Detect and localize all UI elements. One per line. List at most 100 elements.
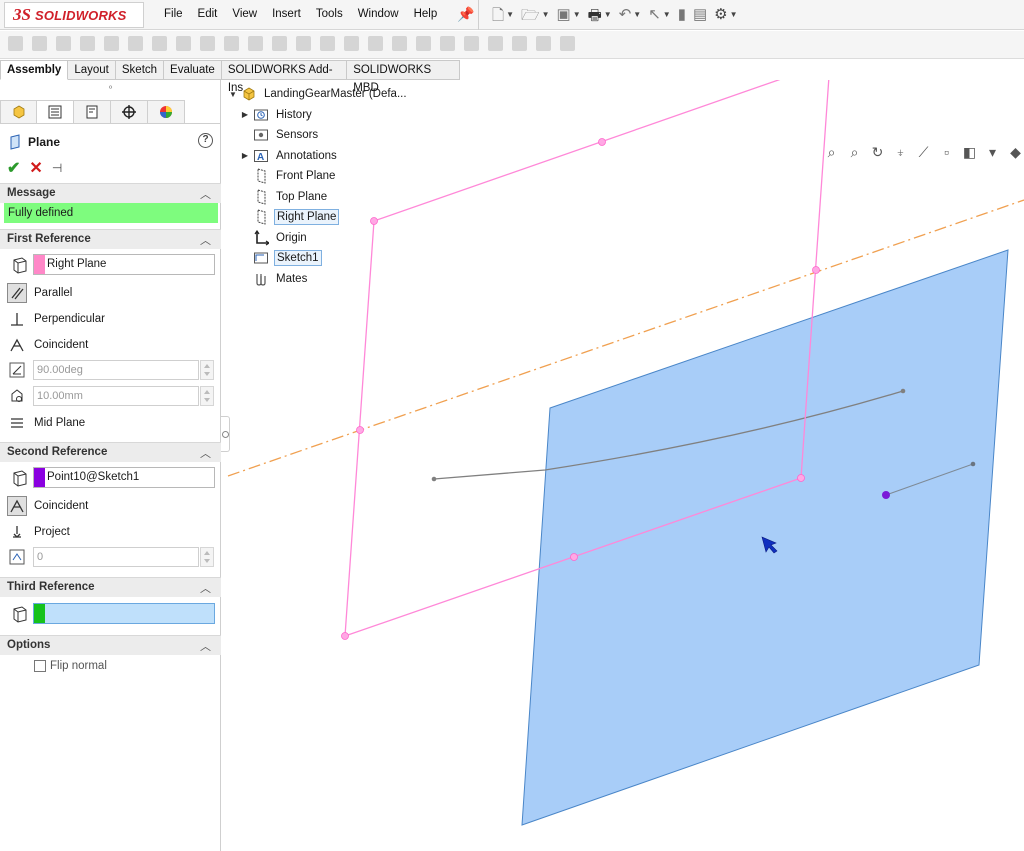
second-reference-section-header[interactable]: Second Reference ︿	[0, 442, 221, 462]
plane-handle[interactable]	[356, 426, 364, 434]
plane-handle[interactable]	[797, 474, 805, 482]
angle-value[interactable]	[34, 361, 184, 379]
mass-properties-icon[interactable]	[488, 36, 503, 51]
print-icon[interactable]: 🖶	[588, 5, 602, 30]
edit-appearance-icon[interactable]: ◆	[1007, 144, 1024, 161]
new-dropdown-icon[interactable]: ▼	[506, 10, 514, 30]
project-option[interactable]: Project	[7, 521, 70, 543]
perpendicular-option[interactable]: Perpendicular	[7, 308, 105, 330]
coincident-option-2[interactable]: Coincident	[7, 495, 88, 517]
tab-layout[interactable]: Layout	[68, 60, 116, 80]
keep-visible-pushpin-icon[interactable]: ⊣	[52, 161, 62, 175]
dynamic-annotation-icon[interactable]: ⟋	[915, 144, 932, 161]
tab-evaluate[interactable]: Evaluate	[164, 60, 222, 80]
tree-item-annotations[interactable]: ▶ A Annotations	[226, 146, 426, 167]
instances-value[interactable]	[34, 548, 184, 566]
menu-window[interactable]: Window	[358, 8, 399, 20]
collapse-caret-icon[interactable]: ︿	[200, 638, 211, 654]
third-reference-field[interactable]	[33, 603, 215, 624]
menu-tools[interactable]: Tools	[316, 8, 343, 20]
tab-property-manager[interactable]	[37, 100, 74, 124]
ok-checkmark-icon[interactable]: ✔	[7, 158, 20, 178]
tree-item-right-plane[interactable]: Right Plane	[226, 207, 426, 228]
undo-dropdown-icon[interactable]: ▼	[633, 10, 641, 30]
parallel-option[interactable]: Parallel	[7, 282, 72, 304]
menu-insert[interactable]: Insert	[272, 8, 301, 20]
tree-item-top-plane[interactable]: Top Plane	[226, 187, 426, 208]
open-dropdown-icon[interactable]: ▼	[542, 10, 550, 30]
tab-dimxpert[interactable]	[111, 100, 148, 124]
tree-root[interactable]: ▼ LandingGearMaster (Defa...	[226, 84, 426, 105]
instant3d-icon[interactable]	[296, 36, 311, 51]
message-section-header[interactable]: Message ︿	[0, 183, 221, 203]
tab-add-ins[interactable]: SOLIDWORKS Add-Ins	[221, 60, 348, 94]
linear-pattern-icon[interactable]	[56, 36, 71, 51]
previous-view-icon[interactable]: ↻	[869, 144, 886, 161]
new-motion-study-icon[interactable]	[200, 36, 215, 51]
mid-plane-option[interactable]: Mid Plane	[7, 412, 85, 434]
instances-option[interactable]	[7, 546, 27, 568]
performance-eval-icon[interactable]	[560, 36, 575, 51]
coincident-option[interactable]: Coincident	[7, 334, 88, 356]
move-component-icon[interactable]	[104, 36, 119, 51]
section-properties-icon[interactable]	[512, 36, 527, 51]
angle-option[interactable]	[7, 359, 27, 381]
pin-menu-icon[interactable]: 📌	[457, 6, 474, 23]
hole-alignment-icon[interactable]	[440, 36, 455, 51]
save-dropdown-icon[interactable]: ▼	[573, 10, 581, 30]
zoom-to-area-icon[interactable]: ⌕	[846, 144, 863, 161]
tree-item-sketch1[interactable]: Sketch1	[226, 248, 426, 269]
options-gear-icon[interactable]: ⚙	[714, 5, 727, 30]
tab-display-manager[interactable]	[148, 100, 185, 124]
tree-item-sensors[interactable]: Sensors	[226, 125, 426, 146]
file-properties-icon[interactable]: ▤	[693, 5, 707, 30]
expand-arrow-icon[interactable]: ▶	[238, 110, 252, 119]
reference-geometry-icon[interactable]	[176, 36, 191, 51]
undo-icon[interactable]: ↶	[619, 5, 632, 30]
tree-item-front-plane[interactable]: Front Plane	[226, 166, 426, 187]
clearance-icon[interactable]	[416, 36, 431, 51]
exploded-view-icon[interactable]	[248, 36, 263, 51]
tab-mbd[interactable]: SOLIDWORKS MBD	[347, 60, 460, 94]
measure-icon[interactable]	[464, 36, 479, 51]
rebuild-icon[interactable]: ▮	[678, 5, 686, 30]
collapse-caret-icon[interactable]: ︿	[200, 445, 211, 461]
tree-item-history[interactable]: ▶ History	[226, 105, 426, 126]
second-reference-field[interactable]: Point10@Sketch1	[33, 467, 215, 488]
interference-icon[interactable]	[392, 36, 407, 51]
plane-handle[interactable]	[812, 266, 820, 274]
expand-arrow-icon[interactable]: ▼	[226, 90, 240, 99]
flip-normal-option[interactable]: Flip normal	[34, 660, 107, 672]
angle-spinner[interactable]	[200, 360, 214, 380]
flip-normal-checkbox[interactable]	[34, 660, 46, 672]
insert-components-icon[interactable]	[8, 36, 23, 51]
assembly-features-icon[interactable]	[152, 36, 167, 51]
new-document-icon[interactable]: 🗋	[492, 5, 504, 30]
instances-spinner[interactable]	[200, 547, 214, 567]
collapse-caret-icon[interactable]: ︿	[200, 580, 211, 596]
offset-distance-value[interactable]	[34, 387, 184, 405]
plane-handle[interactable]	[570, 553, 578, 561]
options-dropdown-icon[interactable]: ▼	[730, 10, 738, 30]
solidworks-logo[interactable]: 3S SOLIDWORKS	[4, 2, 144, 28]
menu-edit[interactable]: Edit	[198, 8, 218, 20]
sketch-endpoint[interactable]	[900, 388, 906, 394]
collapse-caret-icon[interactable]: ︿	[200, 186, 211, 202]
menu-view[interactable]: View	[232, 8, 257, 20]
sketch-endpoint[interactable]	[431, 476, 437, 482]
third-reference-section-header[interactable]: Third Reference ︿	[0, 577, 221, 597]
offset-distance-input[interactable]	[33, 386, 199, 406]
tree-item-mates[interactable]: Mates	[226, 269, 426, 290]
distance-spinner[interactable]	[200, 386, 214, 406]
explode-line-sketch-icon[interactable]	[272, 36, 287, 51]
panel-splitter-handle[interactable]	[221, 416, 230, 452]
take-snapshot-icon[interactable]	[344, 36, 359, 51]
tab-sketch[interactable]: Sketch	[115, 60, 165, 80]
menu-file[interactable]: File	[164, 8, 183, 20]
tree-item-origin[interactable]: Origin	[226, 228, 426, 249]
bill-of-materials-icon[interactable]	[224, 36, 239, 51]
view-orientation-icon[interactable]: ▫	[938, 144, 955, 161]
select-arrow-icon[interactable]: ↖	[648, 5, 661, 30]
sketch-endpoint[interactable]	[970, 461, 976, 467]
instances-input[interactable]	[33, 547, 199, 567]
